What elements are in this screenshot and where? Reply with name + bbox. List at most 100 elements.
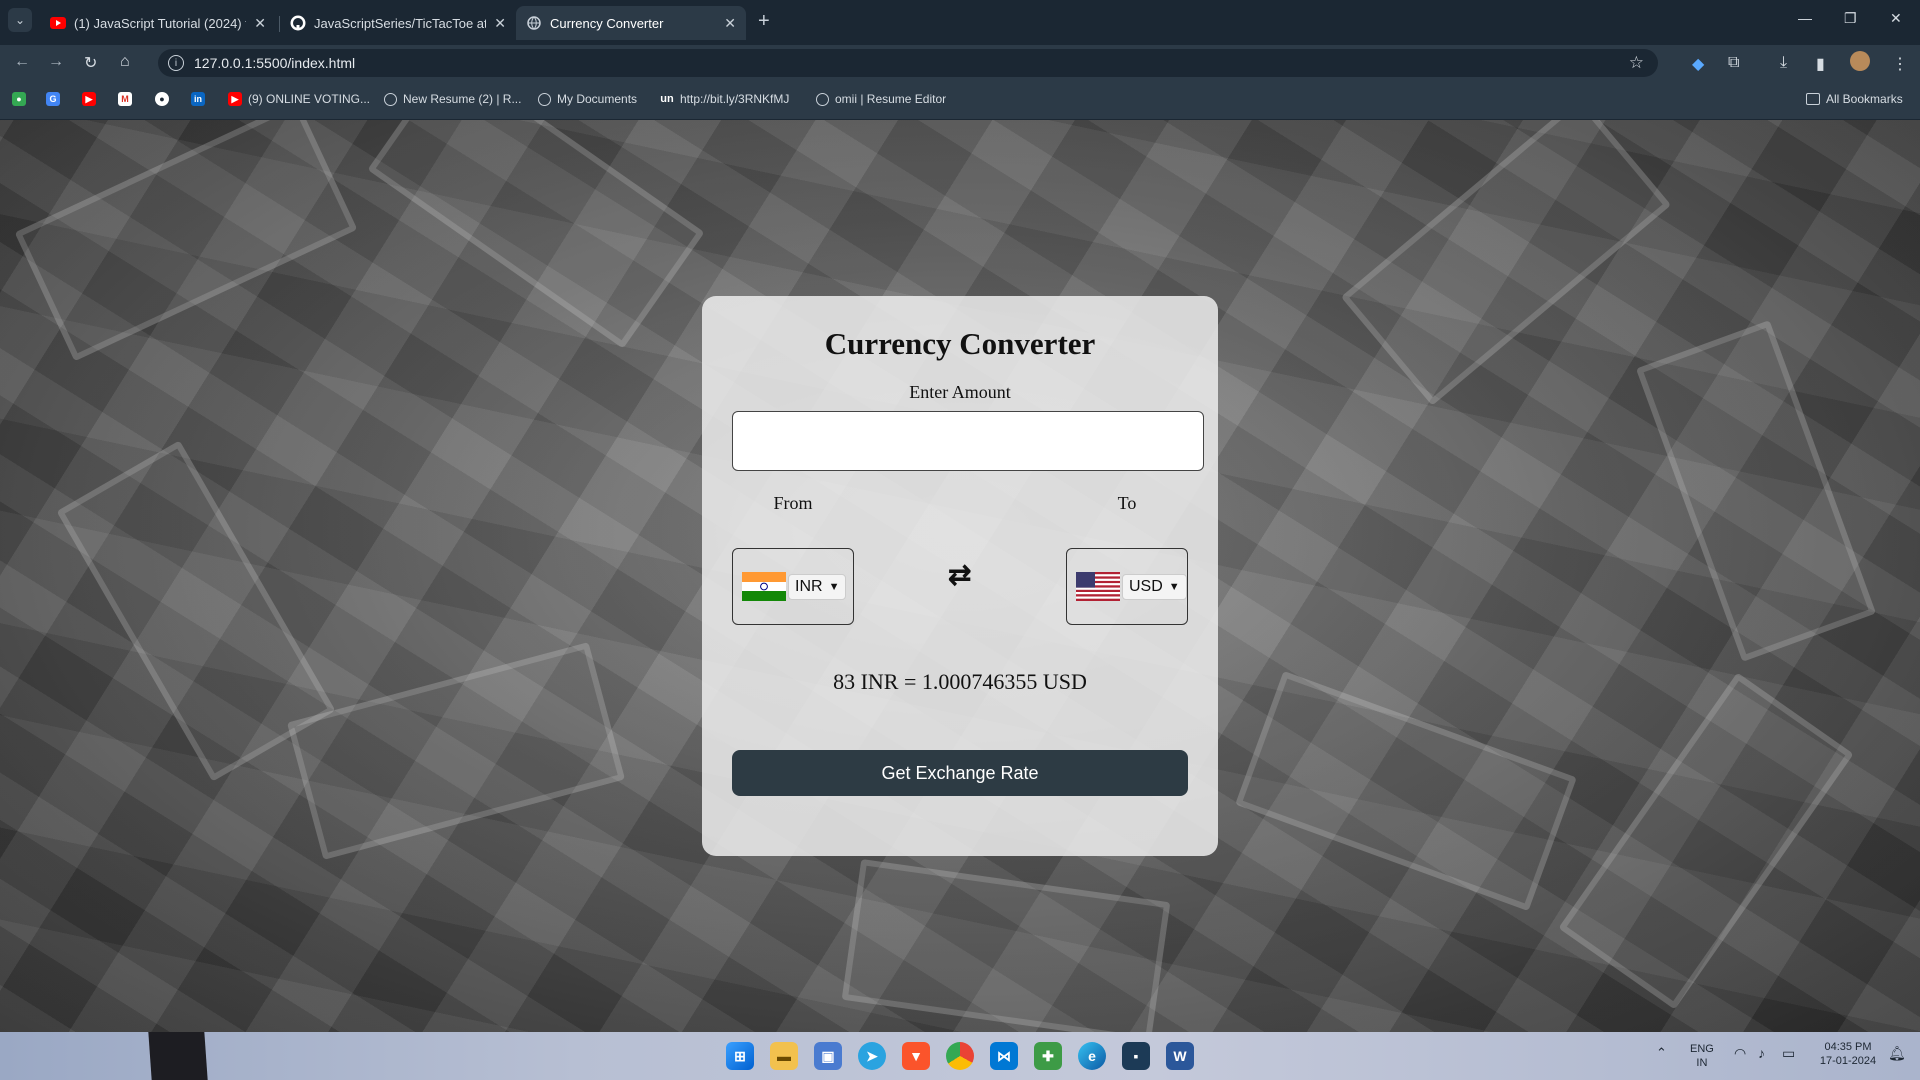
bookmark-new-resume[interactable]: New Resume (2) | R...	[384, 92, 521, 106]
unstop-icon: un	[660, 93, 674, 105]
taskbar: ⊞ ▬ ▣ ➤ ▼ ⋈ ✚ e ▪ W ⌃ ENG IN ◠ ♪ ▭ 04:35…	[0, 1032, 1920, 1080]
edge-icon[interactable]: e	[1078, 1042, 1106, 1070]
globe-icon	[538, 92, 551, 106]
youtube-icon	[50, 15, 66, 31]
vscode-icon[interactable]: ⋈	[990, 1042, 1018, 1070]
clock-date: 17-01-2024	[1819, 1055, 1877, 1067]
taskbar-wallpaper-strip	[148, 1032, 208, 1080]
app-icon[interactable]: ✚	[1034, 1042, 1062, 1070]
tab-javascript-tutorial[interactable]: (1) JavaScript Tutorial (2024) fo ✕	[40, 6, 276, 40]
to-currency-container: USD ▼	[1066, 548, 1188, 625]
background-bill	[841, 858, 1171, 1032]
bookmark-gmail[interactable]: M	[118, 92, 138, 106]
bookmark-label: omii | Resume Editor	[835, 92, 947, 106]
tab-strip: ⌄ (1) JavaScript Tutorial (2024) fo ✕ Ja…	[0, 0, 1920, 45]
menu-icon[interactable]: ⋮	[1892, 54, 1908, 74]
reload-icon[interactable]: ↻	[84, 53, 97, 73]
translate-icon: G	[46, 92, 60, 106]
background-bill	[1235, 670, 1577, 912]
india-flag-icon	[742, 572, 786, 601]
volume-icon[interactable]: ♪	[1758, 1046, 1765, 1060]
extension-badge-icon[interactable]: ◆	[1692, 54, 1704, 74]
back-icon[interactable]: ←	[14, 53, 30, 71]
linkedin-icon: in	[191, 92, 205, 106]
swap-arrows-icon[interactable]: ⇄	[948, 558, 971, 591]
usa-flag-icon	[1076, 572, 1120, 601]
folder-icon	[1806, 93, 1820, 105]
telegram-icon[interactable]: ➤	[858, 1042, 886, 1070]
tab-currency-converter[interactable]: Currency Converter ✕	[516, 6, 746, 40]
chevron-down-icon: ▼	[1168, 580, 1180, 593]
bookmark-translate[interactable]: G	[46, 92, 66, 106]
notification-icon[interactable]: 🔔︎	[1888, 1046, 1906, 1060]
from-currency-value: INR	[795, 577, 823, 595]
tab-github-tictactoe[interactable]: JavaScriptSeries/TicTacToe at m ✕	[280, 6, 516, 40]
amount-input[interactable]	[732, 411, 1204, 471]
url-text: 127.0.0.1:5500/index.html	[194, 55, 356, 71]
restore-icon[interactable]: ❐	[1844, 10, 1857, 27]
word-icon[interactable]: W	[1166, 1042, 1194, 1070]
close-icon[interactable]: ✕	[254, 15, 266, 32]
terminal-icon[interactable]: ▪	[1122, 1042, 1150, 1070]
home-icon[interactable]: ⌂	[120, 53, 130, 71]
all-bookmarks-button[interactable]: All Bookmarks	[1806, 92, 1903, 106]
clock[interactable]: 04:35 PM 17-01-2024	[1812, 1040, 1884, 1068]
language-indicator[interactable]: ENG IN	[1690, 1042, 1714, 1070]
extensions-icon[interactable]: ⧉	[1728, 54, 1739, 72]
language-bottom: IN	[1696, 1057, 1708, 1069]
maps-icon: ●	[12, 92, 26, 106]
forward-icon[interactable]: →	[48, 53, 64, 71]
side-panel-icon[interactable]: ▮	[1816, 54, 1825, 74]
youtube-icon: ▶	[82, 92, 96, 106]
site-info-icon[interactable]: i	[168, 55, 184, 71]
bookmark-youtube[interactable]: ▶	[82, 92, 102, 106]
download-icon[interactable]: ⤓	[1780, 54, 1787, 72]
youtube-icon: ▶	[228, 92, 242, 106]
page-title: Currency Converter	[824, 326, 1096, 361]
chevron-up-icon[interactable]: ⌃	[1656, 1046, 1667, 1060]
bookmark-bitly[interactable]: un http://bit.ly/3RNKfMJ	[660, 92, 789, 106]
bookmark-label: (9) ONLINE VOTING...	[248, 92, 371, 106]
windows-start-icon[interactable]: ⊞	[726, 1042, 754, 1070]
converter-card: Currency Converter Enter Amount From INR…	[702, 296, 1218, 856]
battery-icon[interactable]: ▭	[1782, 1046, 1795, 1060]
bookmark-github[interactable]: ●	[155, 92, 175, 106]
bookmark-maps[interactable]: ●	[12, 92, 32, 106]
github-icon: ●	[155, 92, 169, 106]
chrome-icon[interactable]	[946, 1042, 974, 1070]
brave-icon[interactable]: ▼	[902, 1042, 930, 1070]
bookmark-my-documents[interactable]: My Documents	[538, 92, 637, 106]
tab-title: Currency Converter	[550, 15, 664, 31]
tab-search-button[interactable]: ⌄	[8, 8, 32, 32]
bookmark-star-icon[interactable]: ☆	[1629, 53, 1644, 73]
close-icon[interactable]: ✕	[494, 15, 506, 32]
language-top: ENG	[1690, 1043, 1714, 1055]
bookmark-resume-editor[interactable]: omii | Resume Editor	[816, 92, 946, 106]
wifi-icon[interactable]: ◠	[1734, 1046, 1746, 1060]
globe-icon	[526, 15, 542, 31]
gmail-icon: M	[118, 92, 132, 106]
get-exchange-rate-button[interactable]: Get Exchange Rate	[732, 750, 1188, 796]
minimize-icon[interactable]: —	[1798, 10, 1812, 26]
background-bill	[367, 120, 705, 349]
to-currency-select[interactable]: USD ▼	[1122, 573, 1187, 600]
file-explorer-icon[interactable]: ▬	[770, 1042, 798, 1070]
background-bill	[1635, 320, 1877, 662]
browser-toolbar: ← → ↻ ⌂ i 127.0.0.1:5500/index.html ☆ ◆ …	[0, 45, 1920, 80]
bookmark-label: My Documents	[557, 92, 638, 106]
background-bill	[1558, 672, 1854, 1010]
from-currency-select[interactable]: INR ▼	[788, 573, 847, 600]
close-window-icon[interactable]: ✕	[1890, 10, 1902, 27]
control-panel-icon[interactable]: ▣	[814, 1042, 842, 1070]
close-icon[interactable]: ✕	[724, 15, 736, 32]
from-currency-container: INR ▼	[732, 548, 854, 625]
bookmark-online-voting[interactable]: ▶ (9) ONLINE VOTING...	[228, 92, 370, 106]
conversion-result: 83 INR = 1.000746355 USD	[833, 669, 1087, 694]
bookmark-linkedin[interactable]: in	[191, 92, 211, 106]
avatar[interactable]	[1850, 51, 1870, 71]
background-bill	[1340, 120, 1672, 406]
new-tab-button[interactable]: +	[758, 10, 770, 33]
amount-label: Enter Amount	[909, 382, 1011, 402]
address-bar[interactable]: i 127.0.0.1:5500/index.html ☆	[158, 49, 1658, 77]
globe-icon	[816, 92, 829, 106]
